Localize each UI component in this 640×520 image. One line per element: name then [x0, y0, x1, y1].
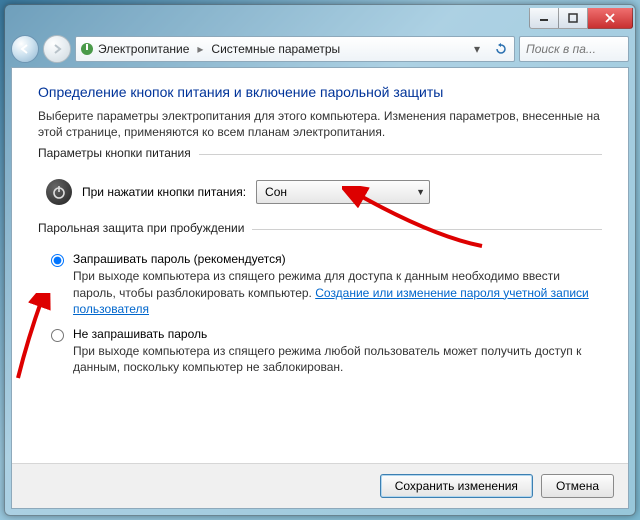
option-require-desc: При выходе компьютера из спящего режима …	[73, 268, 602, 317]
breadcrumb-root-label: Электропитание	[98, 42, 189, 56]
page-title: Определение кнопок питания и включение п…	[38, 84, 602, 100]
addr-dropdown-button[interactable]: ▾	[468, 40, 486, 58]
minimize-button[interactable]	[529, 8, 559, 29]
content-inner: Определение кнопок питания и включение п…	[12, 68, 628, 463]
group-password-legend: Парольная защита при пробуждении	[38, 221, 252, 235]
chevron-down-icon: ▼	[416, 187, 425, 197]
option-no-desc: При выходе компьютера из спящего режима …	[73, 343, 602, 375]
forward-arrow-icon	[51, 43, 63, 55]
address-bar[interactable]: Электропитание ▸ Системные параметры ▾	[75, 36, 515, 62]
breadcrumb-leaf-label: Системные параметры	[211, 42, 340, 56]
back-button[interactable]	[11, 35, 39, 63]
maximize-button[interactable]	[559, 8, 588, 29]
radio-require-password[interactable]	[51, 254, 64, 267]
close-icon	[605, 13, 615, 23]
search-input[interactable]	[524, 41, 624, 57]
window-controls	[529, 8, 633, 28]
search-box[interactable]	[519, 36, 629, 62]
forward-button[interactable]	[43, 35, 71, 63]
breadcrumb-leaf[interactable]: Системные параметры	[211, 42, 340, 56]
option-no-title: Не запрашивать пароль	[73, 327, 207, 341]
power-button-label: При нажатии кнопки питания:	[82, 185, 246, 199]
power-plan-icon	[80, 42, 94, 56]
refresh-icon	[495, 43, 507, 55]
breadcrumb-root[interactable]: Электропитание	[80, 42, 189, 56]
back-arrow-icon	[19, 43, 31, 55]
save-button[interactable]: Сохранить изменения	[380, 474, 533, 498]
radio-no-password[interactable]	[51, 329, 64, 342]
navbar: Электропитание ▸ Системные параметры ▾	[5, 33, 635, 67]
cancel-button[interactable]: Отмена	[541, 474, 614, 498]
power-icon	[46, 179, 72, 205]
power-button-row: При нажатии кнопки питания: Сон ▼	[38, 173, 602, 215]
option-require-password: Запрашивать пароль (рекомендуется) При в…	[46, 252, 602, 317]
option-no-password: Не запрашивать пароль При выходе компьют…	[46, 327, 602, 375]
content-pane: Определение кнопок питания и включение п…	[11, 67, 629, 509]
option-require-title: Запрашивать пароль (рекомендуется)	[73, 252, 286, 266]
page-intro: Выберите параметры электропитания для эт…	[38, 108, 602, 140]
footer: Сохранить изменения Отмена	[12, 463, 628, 508]
close-button[interactable]	[588, 8, 633, 29]
refresh-button[interactable]	[492, 40, 510, 58]
group-power-button: Параметры кнопки питания При нажатии кно…	[38, 154, 602, 223]
power-action-dropdown[interactable]: Сон ▼	[256, 180, 430, 204]
window-frame: Электропитание ▸ Системные параметры ▾ О…	[4, 4, 636, 516]
maximize-icon	[568, 13, 578, 23]
power-action-selected: Сон	[265, 185, 287, 199]
minimize-icon	[539, 13, 549, 23]
breadcrumb-separator: ▸	[197, 42, 203, 56]
titlebar	[5, 5, 635, 33]
group-password: Парольная защита при пробуждении Запраши…	[38, 229, 602, 385]
group-power-legend: Параметры кнопки питания	[38, 146, 199, 160]
